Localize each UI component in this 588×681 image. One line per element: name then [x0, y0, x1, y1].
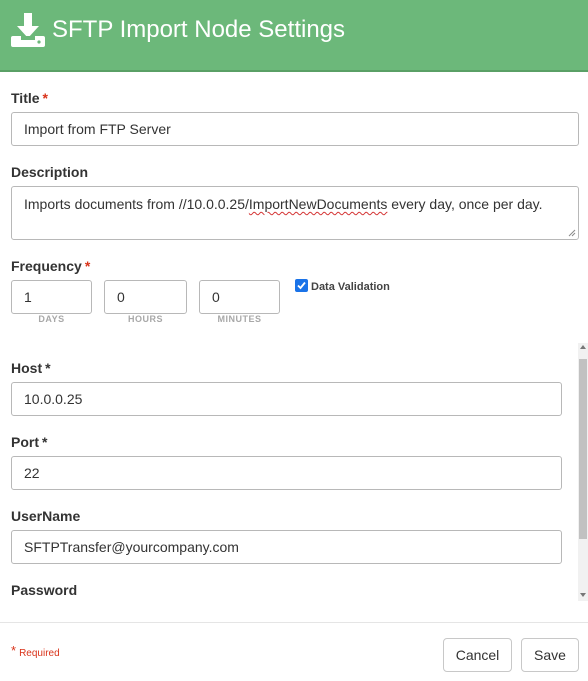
hours-input-value: 0 [117, 289, 125, 305]
description-text-part2: every day, once per day. [387, 196, 543, 212]
cancel-button[interactable]: Cancel [443, 638, 512, 672]
frequency-label-text: Frequency [11, 258, 82, 274]
hours-unit-label: HOURS [127, 314, 163, 324]
scrollbar[interactable] [578, 343, 588, 601]
days-input[interactable]: 1 [11, 280, 92, 314]
port-input-value: 22 [24, 465, 40, 481]
data-validation-checkbox[interactable] [295, 279, 308, 292]
dialog-header: SFTP Import Node Settings [0, 0, 588, 72]
username-input-value: SFTPTransfer@yourcompany.com [24, 539, 239, 555]
days-input-value: 1 [24, 289, 32, 305]
resize-grip-icon[interactable] [568, 229, 576, 237]
username-label: UserName [11, 508, 81, 524]
required-note: * Required [11, 643, 60, 659]
title-label: Title * [11, 90, 48, 106]
save-button[interactable]: Save [521, 638, 579, 672]
required-asterisk: * [42, 90, 48, 106]
days-unit-label: DAYS [38, 314, 65, 324]
title-label-text: Title [11, 90, 40, 106]
description-misspelled-word: ImportNewDocuments [248, 196, 388, 212]
description-label: Description [11, 164, 89, 180]
required-note-star: * [11, 643, 17, 658]
title-input-value: Import from FTP Server [24, 121, 171, 137]
required-asterisk: * [42, 434, 48, 450]
required-note-text: Required [19, 648, 60, 659]
port-input[interactable]: 22 [11, 456, 562, 490]
host-label-text: Host [11, 360, 43, 376]
scroll-up-arrow-icon[interactable] [580, 345, 586, 349]
frequency-label: Frequency * [11, 258, 90, 274]
port-label-text: Port [11, 434, 39, 450]
description-text-part1: Imports documents from //10.0.0.25/ [24, 196, 249, 212]
required-asterisk: * [45, 360, 51, 376]
host-label: Host * [11, 360, 51, 376]
password-label: Password [11, 582, 78, 598]
host-input-value: 10.0.0.25 [24, 391, 83, 407]
host-input[interactable]: 10.0.0.25 [11, 382, 562, 416]
footer-divider [0, 622, 588, 623]
minutes-input[interactable]: 0 [199, 280, 280, 314]
dialog-title: SFTP Import Node Settings [52, 16, 346, 43]
scroll-down-arrow-icon[interactable] [580, 593, 586, 597]
port-label: Port * [11, 434, 47, 450]
title-input[interactable]: Import from FTP Server [11, 112, 579, 146]
scrollbar-thumb[interactable] [579, 359, 587, 539]
minutes-unit-label: MINUTES [217, 314, 262, 324]
download-icon [11, 13, 45, 47]
required-asterisk: * [84, 258, 91, 274]
description-textarea[interactable]: Imports documents from //10.0.0.25/Impor… [11, 186, 579, 240]
hours-input[interactable]: 0 [104, 280, 187, 314]
username-input[interactable]: SFTPTransfer@yourcompany.com [11, 530, 562, 564]
minutes-input-value: 0 [212, 289, 220, 305]
data-validation-label[interactable]: Data Validation [311, 281, 390, 293]
checkmark-icon [297, 281, 306, 290]
